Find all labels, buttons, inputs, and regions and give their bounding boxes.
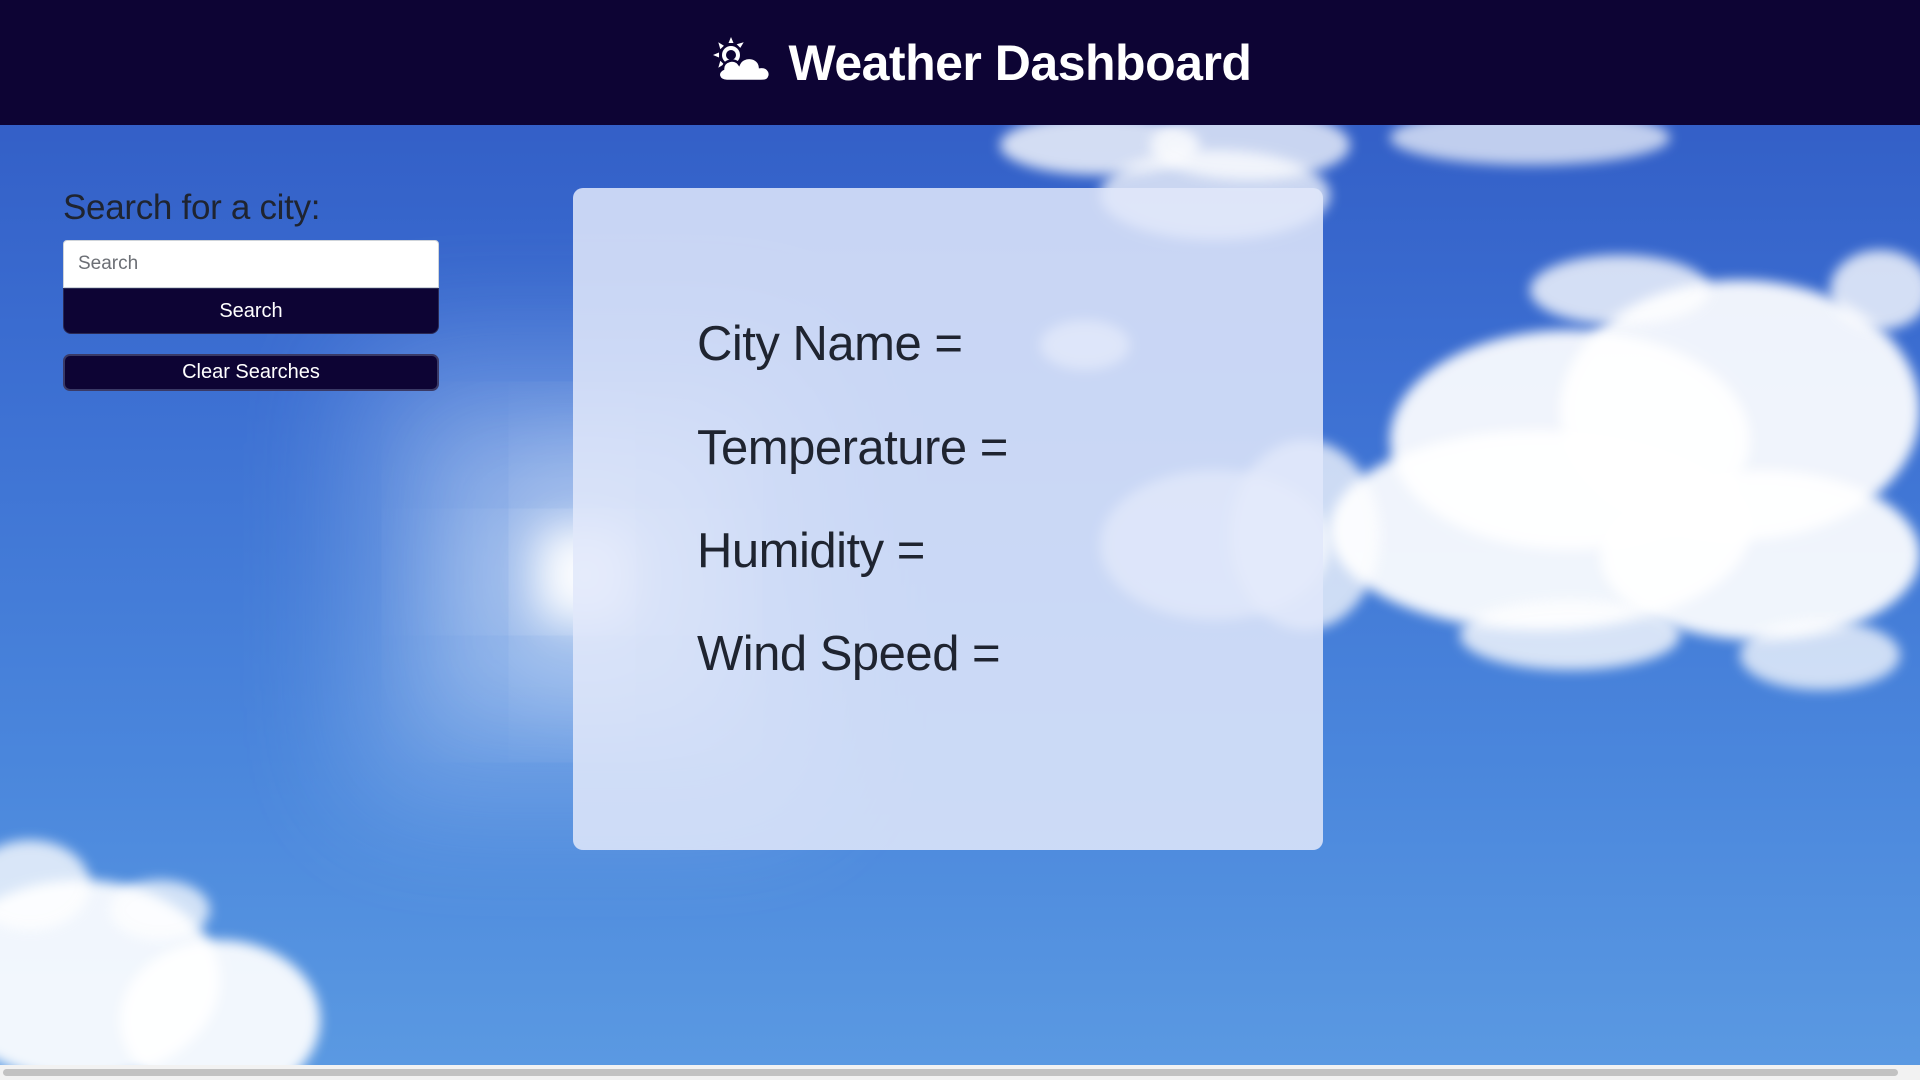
sun-behind-cloud-icon <box>712 36 771 82</box>
search-label: Search for a city: <box>63 188 321 227</box>
cloud <box>1460 600 1680 670</box>
city-name-label: City Name = <box>697 317 963 371</box>
page: Weather Dashboard Search for a city: Sea… <box>0 0 1920 1080</box>
wind-speed-label: Wind Speed = <box>697 627 1001 681</box>
cloud <box>1830 250 1920 330</box>
cloud <box>1530 255 1710 325</box>
temperature-label: Temperature = <box>697 421 1008 475</box>
cloud <box>1740 620 1900 690</box>
city-search-input[interactable] <box>63 240 439 288</box>
cloud <box>110 880 210 940</box>
horizontal-scrollbar[interactable] <box>0 1065 1920 1080</box>
header-bar: Weather Dashboard <box>0 0 1920 125</box>
page-title: Weather Dashboard <box>788 34 1252 91</box>
humidity-label: Humidity = <box>697 524 925 578</box>
search-button[interactable]: Search <box>63 288 439 334</box>
scrollbar-thumb[interactable] <box>3 1069 1898 1076</box>
header-brand: Weather Dashboard <box>709 34 1252 92</box>
clear-searches-button[interactable]: Clear Searches <box>63 354 439 391</box>
search-panel: Search for a city: Search Clear Searches <box>63 188 439 391</box>
weather-card: City Name = Temperature = Humidity = Win… <box>573 188 1323 850</box>
